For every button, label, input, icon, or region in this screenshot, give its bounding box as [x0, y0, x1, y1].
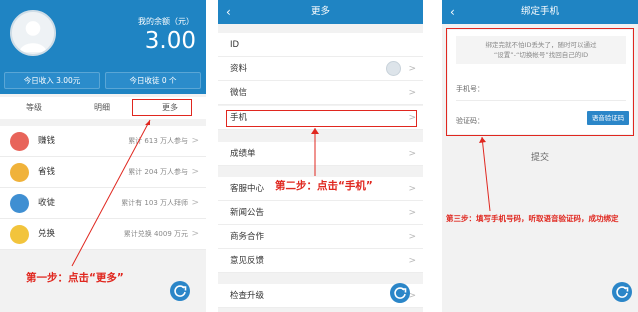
menu-item-wechat[interactable]: 微信 >	[218, 81, 423, 105]
menu-item-feedback[interactable]: 意见反馈 >	[218, 249, 423, 273]
balance-label: 我的余额（元）	[138, 17, 194, 26]
chevron-right-icon: >	[191, 198, 199, 208]
menu-item-label: 意见反馈	[230, 256, 265, 266]
navbar: ‹ 绑定手机	[442, 0, 638, 24]
earn-icon	[10, 132, 29, 151]
menu-item-profile[interactable]: 资料 >	[218, 57, 423, 81]
highlight-phone-item	[226, 110, 417, 127]
list-item-exchange[interactable]: 兑换 累计兑换 4009 万元 >	[0, 219, 206, 250]
chevron-right-icon: >	[408, 256, 416, 266]
menu-item-label: 客服中心	[230, 184, 265, 194]
menu-item-report-card[interactable]: 成绩单 >	[218, 142, 423, 166]
menu-item-label: 成绩单	[230, 149, 256, 159]
menu-item-label: 商务合作	[230, 232, 265, 242]
menu-item-label: 资料	[230, 64, 248, 74]
avatar[interactable]	[10, 10, 56, 56]
recruit-icon	[10, 194, 29, 213]
refresh-icon	[174, 285, 187, 297]
today-income-box[interactable]: 今日收入 3.00元	[4, 72, 100, 89]
list-item-label: 兑换	[38, 229, 56, 239]
menu-item-label: 微信	[230, 88, 248, 98]
menu-item-id[interactable]: ID	[218, 33, 423, 57]
balance-header: 我的余额（元） 3.00 今日收入 3.00元 今日收徒 0 个	[0, 0, 206, 94]
list-item-label: 省钱	[38, 167, 56, 177]
chevron-right-icon: >	[408, 208, 416, 218]
step-three-caption: 第三步：填写手机号码，听取语音验证码，成功绑定	[446, 214, 619, 223]
step-two-caption: 第二步：点击“手机”	[275, 180, 373, 192]
screen-more: ‹ 更多 ID 资料 > 微信 > 手机 > 成绩单 > 客服中心 > 新闻公告…	[218, 0, 423, 312]
page-title: 更多	[310, 6, 330, 17]
step-one-caption: 第一步：点击“更多”	[26, 272, 124, 284]
refresh-button[interactable]	[170, 281, 190, 301]
chevron-right-icon: >	[408, 149, 416, 159]
list-item-meta: 累计有 103 万人拜师	[121, 199, 188, 207]
list-item-meta: 累计 613 万人参与	[128, 137, 188, 145]
chevron-right-icon: >	[191, 229, 199, 239]
chevron-right-icon: >	[408, 64, 416, 74]
tab-level[interactable]: 等级	[0, 97, 68, 119]
screen-my-balance: 我的余额（元） 3.00 今日收入 3.00元 今日收徒 0 个 等级 明细 更…	[0, 0, 206, 312]
menu-item-label: ID	[230, 40, 240, 50]
refresh-button[interactable]	[612, 282, 632, 302]
menu-item-label: 检查升级	[230, 291, 265, 301]
chevron-right-icon: >	[408, 232, 416, 242]
balance-value: 3.00	[144, 28, 196, 54]
list-item-recruit[interactable]: 收徒 累计有 103 万人拜师 >	[0, 188, 206, 219]
today-recruits-box[interactable]: 今日收徒 0 个	[105, 72, 201, 89]
feature-list: 赚钱 累计 613 万人参与 > 省钱 累计 204 万人参与 > 收徒 累计有…	[0, 126, 206, 250]
refresh-icon	[616, 286, 629, 298]
highlight-bind-form	[446, 28, 634, 136]
navbar: ‹ 更多	[218, 0, 423, 24]
list-item-earn[interactable]: 赚钱 累计 613 万人参与 >	[0, 126, 206, 157]
list-item-label: 赚钱	[38, 136, 56, 146]
list-item-meta: 累计兑换 4009 万元	[123, 230, 188, 238]
refresh-button[interactable]	[390, 283, 410, 303]
exchange-icon	[10, 225, 29, 244]
refresh-icon	[394, 287, 407, 299]
tab-details[interactable]: 明细	[68, 97, 136, 119]
highlight-more-tab	[132, 99, 192, 116]
chevron-right-icon: >	[191, 167, 199, 177]
menu-item-news[interactable]: 新闻公告 >	[218, 201, 423, 225]
list-item-label: 收徒	[38, 198, 56, 208]
save-money-icon	[10, 163, 29, 182]
chevron-right-icon: >	[408, 184, 416, 194]
chevron-right-icon: >	[191, 136, 199, 146]
submit-button[interactable]: 提交	[442, 150, 638, 163]
chevron-right-icon: >	[408, 88, 416, 98]
menu-item-business[interactable]: 商务合作 >	[218, 225, 423, 249]
user-silhouette-icon	[12, 12, 54, 54]
page-title: 绑定手机	[520, 6, 559, 17]
avatar	[386, 61, 401, 76]
menu-item-label: 新闻公告	[230, 208, 265, 218]
list-item-save[interactable]: 省钱 累计 204 万人参与 >	[0, 157, 206, 188]
list-item-meta: 累计 204 万人参与	[128, 168, 188, 176]
